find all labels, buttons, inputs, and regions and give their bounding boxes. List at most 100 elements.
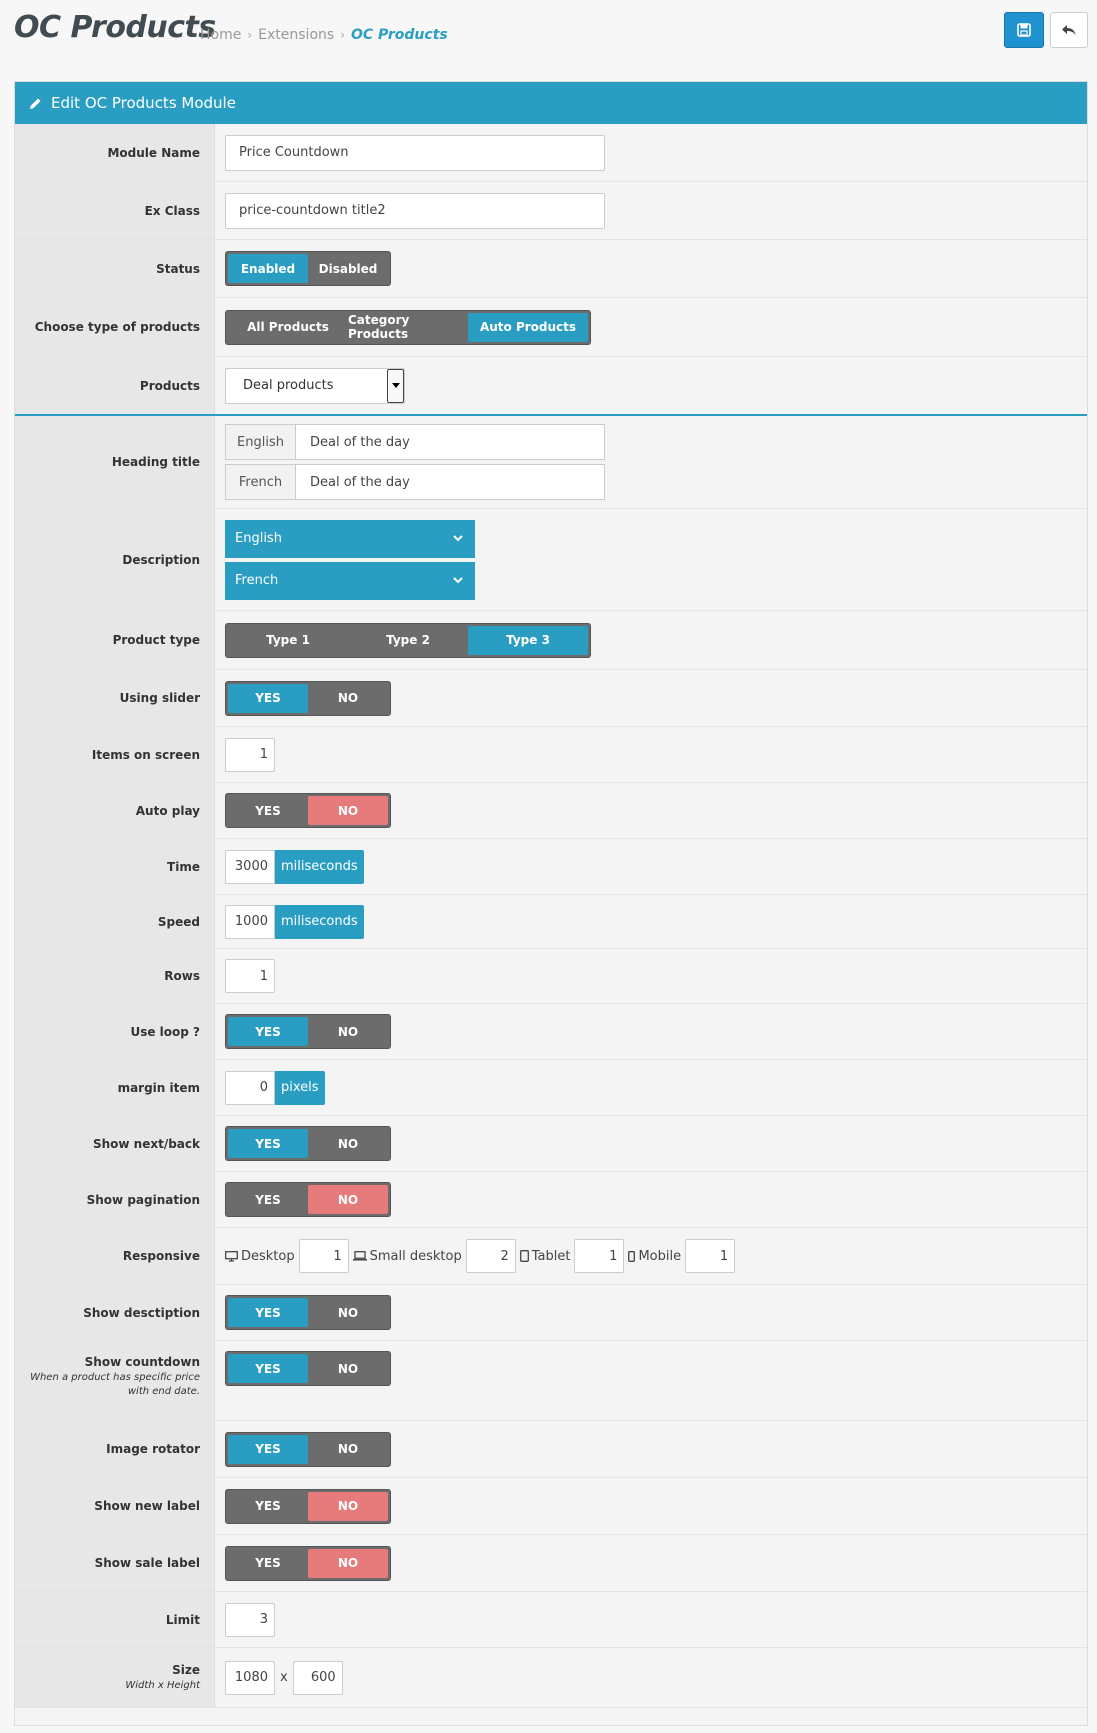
save-button[interactable] (1004, 12, 1044, 48)
label-use-loop: Use loop ? (130, 1024, 200, 1039)
yes-option[interactable]: YES (228, 683, 308, 713)
auto-play-toggle: YES NO (225, 793, 391, 828)
products-select[interactable]: Deal products (225, 367, 405, 404)
tablet-icon (519, 1250, 529, 1262)
no-option[interactable]: NO (308, 1548, 388, 1578)
use-loop-toggle: YES NO (225, 1014, 391, 1049)
no-option[interactable]: NO (308, 1491, 388, 1521)
yes-option[interactable]: YES (228, 1492, 308, 1521)
time-input-group: 3000 miliseconds (225, 849, 364, 884)
yes-option[interactable]: YES (228, 1298, 308, 1327)
size-separator: x (280, 1670, 288, 1685)
no-option[interactable]: NO (308, 684, 388, 713)
panel-heading: Edit OC Products Module (15, 82, 1087, 124)
label-speed: Speed (157, 914, 200, 929)
yes-option[interactable]: YES (228, 1354, 308, 1383)
limit-input[interactable]: 3 (225, 1602, 275, 1637)
show-description-toggle: YES NO (225, 1295, 391, 1330)
no-option[interactable]: NO (308, 1129, 388, 1158)
row-description: Description English French (15, 509, 1087, 611)
type-2-option[interactable]: Type 2 (348, 626, 468, 655)
show-pagination-toggle: YES NO (225, 1182, 391, 1217)
time-input[interactable]: 3000 (225, 849, 275, 884)
row-product-type: Product type Type 1 Type 2 Type 3 (15, 611, 1087, 670)
label-ex-class: Ex Class (144, 203, 200, 218)
yes-option[interactable]: YES (228, 1129, 308, 1158)
yes-option[interactable]: YES (228, 1549, 308, 1578)
row-auto-play: Auto play YES NO (15, 783, 1087, 839)
breadcrumb-current[interactable]: OC Products (351, 27, 448, 43)
save-icon (1017, 23, 1031, 37)
label-status: Status (156, 261, 200, 276)
label-items-on-screen: Items on screen (91, 747, 200, 762)
ex-class-input[interactable]: price-countdown title2 (225, 192, 605, 229)
no-option[interactable]: NO (308, 1354, 388, 1383)
responsive-group: Desktop 1 Small desktop 2 Tablet 1 Mobil… (225, 1239, 739, 1273)
label-rows: Rows (164, 969, 200, 983)
speed-input[interactable]: 1000 (225, 904, 275, 939)
type-3-option[interactable]: Type 3 (468, 625, 588, 655)
margin-item-input[interactable]: 0 (225, 1070, 275, 1105)
chevron-down-icon (453, 534, 463, 541)
no-option[interactable]: NO (308, 796, 388, 825)
yes-option[interactable]: YES (228, 1017, 308, 1046)
no-option[interactable]: NO (308, 1017, 388, 1046)
description-french-accordion[interactable]: French (225, 561, 475, 600)
back-button[interactable] (1050, 12, 1088, 48)
products-select-value: Deal products (243, 378, 334, 393)
label-show-new-label: Show new label (94, 1499, 200, 1513)
size-height-input[interactable]: 600 (292, 1660, 343, 1695)
no-option[interactable]: NO (308, 1185, 388, 1214)
module-panel: Edit OC Products Module Module Name Pric… (14, 81, 1088, 1726)
rows-input[interactable]: 1 (225, 959, 275, 993)
label-auto-play: Auto play (135, 803, 200, 818)
yes-option[interactable]: YES (228, 1185, 308, 1214)
description-english-accordion[interactable]: English (225, 519, 475, 558)
label-time: Time (167, 859, 200, 874)
responsive-desktop-input[interactable]: 1 (298, 1239, 349, 1273)
auto-products-option[interactable]: Auto Products (468, 312, 588, 342)
responsive-mobile-input[interactable]: 1 (685, 1239, 736, 1273)
size-width-input[interactable]: 1080 (225, 1660, 275, 1695)
breadcrumb-extensions[interactable]: Extensions (258, 27, 334, 43)
breadcrumb-separator: › (247, 28, 253, 42)
page-title: OC Products (14, 10, 216, 45)
speed-unit-addon: miliseconds (275, 904, 364, 939)
status-toggle: Enabled Disabled (225, 251, 391, 286)
heading-title-french: French Deal of the day (225, 464, 605, 500)
no-option[interactable]: NO (308, 1435, 388, 1464)
label-margin-item: margin item (117, 1080, 200, 1095)
page-header: OC Products Home › Extensions › OC Produ… (0, 0, 1097, 68)
yes-option[interactable]: YES (228, 796, 308, 825)
pencil-icon (30, 98, 41, 109)
items-on-screen-input[interactable]: 1 (225, 737, 275, 772)
no-option[interactable]: NO (308, 1298, 388, 1327)
breadcrumb-home[interactable]: Home (200, 27, 241, 43)
status-disabled-option[interactable]: Disabled (308, 254, 388, 283)
yes-option[interactable]: YES (228, 1434, 308, 1464)
module-name-input[interactable]: Price Countdown (225, 134, 605, 171)
status-enabled-option[interactable]: Enabled (228, 254, 308, 283)
label-show-pagination: Show pagination (86, 1192, 200, 1207)
label-show-next-back: Show next/back (92, 1136, 200, 1151)
speed-input-group: 1000 miliseconds (225, 904, 364, 939)
reply-icon (1062, 25, 1076, 36)
show-countdown-help: When a product has specific price with e… (30, 1372, 200, 1397)
heading-title-french-input[interactable]: Deal of the day (295, 464, 605, 500)
show-sale-label-toggle: YES NO (225, 1545, 391, 1581)
show-countdown-toggle: YES NO (225, 1351, 391, 1386)
margin-input-group: 0 pixels (225, 1070, 325, 1105)
responsive-small-desktop-input[interactable]: 2 (465, 1239, 516, 1273)
all-products-option[interactable]: All Products (228, 313, 348, 342)
heading-title-english-input[interactable]: Deal of the day (295, 424, 605, 460)
label-show-description: Show desctiption (83, 1305, 200, 1320)
row-items-on-screen: Items on screen 1 (15, 727, 1087, 783)
label-size: Size (172, 1662, 200, 1677)
row-heading-title: Heading title English Deal of the day Fr… (15, 416, 1087, 509)
responsive-tablet-input[interactable]: 1 (574, 1239, 625, 1273)
show-next-back-toggle: YES NO (225, 1126, 391, 1161)
type-1-option[interactable]: Type 1 (228, 626, 348, 655)
category-products-option[interactable]: Category Products (348, 313, 468, 342)
panel-title: Edit OC Products Module (51, 94, 236, 112)
image-rotator-toggle: YES NO (225, 1431, 391, 1467)
